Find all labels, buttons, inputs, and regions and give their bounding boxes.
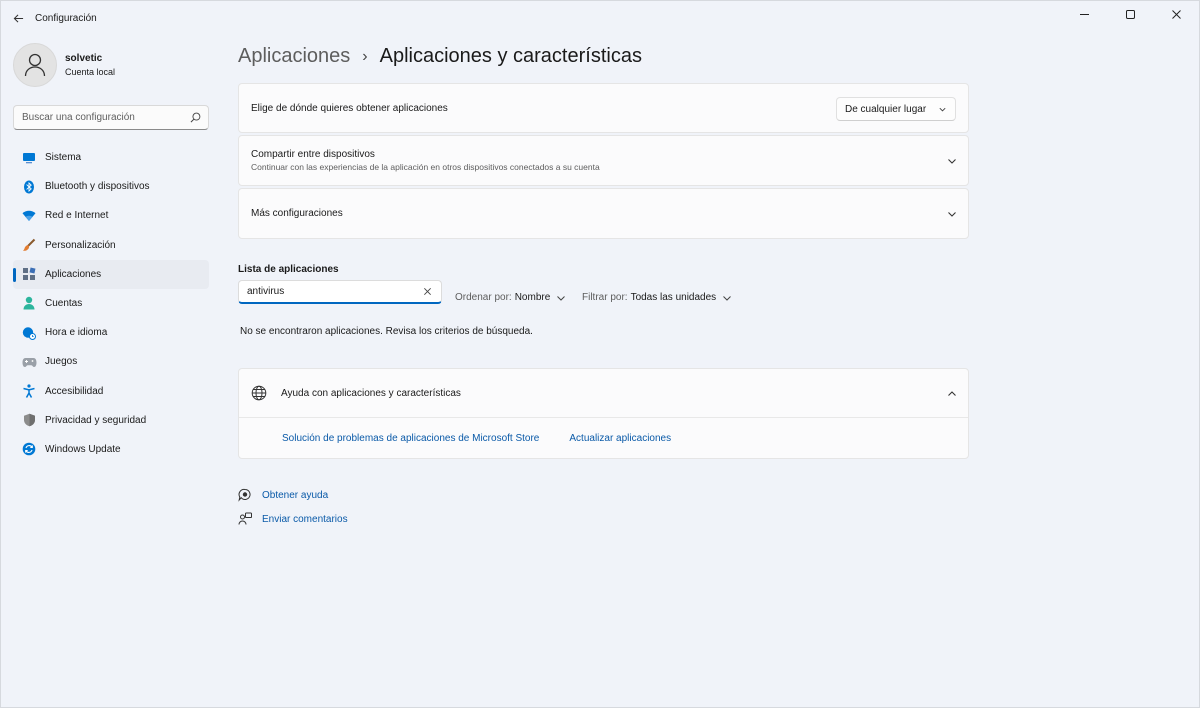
more-settings-title: Más configuraciones [251,208,343,219]
sidebar-item-windows-update[interactable]: Windows Update [13,435,209,464]
chevron-down-icon [939,107,946,111]
feedback-icon [238,512,252,525]
filter-dropdown[interactable]: Filtrar por: Todas las unidades [582,292,732,303]
sidebar-item-hora[interactable]: Hora e idioma [13,318,209,347]
help-card: Ayuda con aplicaciones y características… [238,368,969,459]
no-results-message: No se encontraron aplicaciones. Revisa l… [240,326,533,337]
apps-icon [21,266,37,282]
share-devices-card[interactable]: Compartir entre dispositivos Continuar c… [238,135,969,186]
app-list-title: Lista de aplicaciones [238,264,339,275]
app-search-input[interactable] [247,286,423,297]
sidebar-item-accesibilidad[interactable]: Accesibilidad [13,377,209,406]
page-title: Aplicaciones y características [379,45,642,67]
sort-value: Nombre [514,292,551,303]
sidebar-item-label: Aplicaciones [45,268,102,280]
sidebar-item-label: Red e Internet [45,210,109,222]
store-troubleshoot-link[interactable]: Solución de problemas de aplicaciones de… [282,433,539,444]
sidebar-item-bluetooth[interactable]: Bluetooth y dispositivos [13,172,209,201]
title-bar: Configuración [1,1,1199,35]
update-apps-link[interactable]: Actualizar aplicaciones [569,433,671,444]
help-card-header[interactable]: Ayuda con aplicaciones y características [239,369,968,418]
globe-icon [251,385,267,401]
chevron-down-icon [723,295,732,301]
maximize-icon [1125,9,1135,19]
chevron-down-icon[interactable] [946,155,958,167]
breadcrumb-parent[interactable]: Aplicaciones [238,45,350,68]
breadcrumb-separator: › [362,47,368,65]
sidebar-item-red[interactable]: Red e Internet [13,201,209,230]
sort-label: Ordenar por: [455,292,512,303]
close-icon [1171,9,1181,19]
settings-search-input[interactable] [22,112,190,123]
filter-label: Filtrar por: [582,292,628,303]
profile-account-type: Cuenta local [65,67,116,77]
user-profile[interactable]: solvetic Cuenta local [13,43,115,87]
person-icon [21,295,37,311]
minimize-button[interactable] [1061,1,1107,27]
sidebar-item-label: Personalización [45,239,116,251]
sidebar-item-label: Bluetooth y dispositivos [45,181,150,193]
bluetooth-icon [21,179,37,195]
wifi-icon [21,208,37,224]
help-card-title: Ayuda con aplicaciones y características [281,387,461,399]
gamepad-icon [21,354,37,370]
globe-clock-icon [21,325,37,341]
minimize-icon [1079,13,1089,15]
get-help-row[interactable]: Obtener ayuda [238,483,378,507]
maximize-button[interactable] [1107,1,1153,27]
footer-links: Obtener ayuda Enviar comentarios [238,483,378,531]
sort-dropdown[interactable]: Ordenar por: Nombre [455,292,566,303]
user-icon [24,53,46,77]
sidebar-item-juegos[interactable]: Juegos [13,347,209,376]
close-window-button[interactable] [1153,1,1199,27]
sidebar-item-privacidad[interactable]: Privacidad y seguridad [13,406,209,435]
accessibility-icon [21,383,37,399]
system-icon [21,150,37,166]
sidebar-item-sistema[interactable]: Sistema [13,143,209,172]
app-source-dropdown[interactable]: De cualquier lugar [836,97,956,121]
app-source-label: Elige de dónde quieres obtener aplicacio… [251,102,448,114]
window-title: Configuración [35,12,97,24]
chevron-down-icon [557,295,566,301]
sidebar-item-personalizacion[interactable]: Personalización [13,231,209,260]
update-icon [21,441,37,457]
back-arrow-icon [13,13,23,23]
settings-window: Configuración solvetic Cuenta local Busc… [0,0,1200,708]
search-icon[interactable] [190,112,202,124]
sidebar-item-label: Hora e idioma [45,327,108,339]
brush-icon [21,237,37,253]
breadcrumb: Aplicaciones › Aplicaciones y caracterís… [238,45,642,68]
filter-value: Todas las unidades [630,292,717,303]
sidebar-item-label: Windows Update [45,443,121,455]
app-source-card: Elige de dónde quieres obtener aplicacio… [238,83,969,133]
get-help-link[interactable]: Obtener ayuda [262,490,328,501]
back-button[interactable] [1,1,35,35]
more-settings-card[interactable]: Más configuraciones [238,188,969,239]
feedback-link[interactable]: Enviar comentarios [262,514,348,525]
sidebar-item-label: Privacidad y seguridad [45,414,147,426]
sidebar-item-label: Accesibilidad [45,385,104,397]
sidebar-item-label: Sistema [45,152,82,163]
nav-menu: Sistema Bluetooth y dispositivos Red e I… [13,143,209,464]
share-devices-title: Compartir entre dispositivos [251,149,375,160]
window-controls [1061,1,1199,27]
sidebar-item-label: Juegos [45,356,78,368]
settings-search[interactable] [13,105,209,130]
chevron-up-icon[interactable] [946,388,958,400]
app-search-box[interactable] [238,280,442,304]
share-devices-subtitle: Continuar con las experiencias de la apl… [251,162,600,172]
feedback-row[interactable]: Enviar comentarios [238,507,378,531]
chevron-down-icon[interactable] [946,208,958,220]
sidebar: solvetic Cuenta local Sistema Bluetooth … [1,35,219,708]
avatar [13,43,57,87]
profile-name: solvetic [65,53,103,64]
app-source-value: De cualquier lugar [845,103,927,115]
sidebar-item-aplicaciones[interactable]: Aplicaciones [13,259,209,289]
clear-icon[interactable] [423,287,433,297]
help-chat-icon [238,488,251,502]
sidebar-item-label: Cuentas [45,297,83,309]
shield-icon [21,412,37,428]
help-links: Solución de problemas de aplicaciones de… [239,418,968,459]
sidebar-item-cuentas[interactable]: Cuentas [13,289,209,318]
